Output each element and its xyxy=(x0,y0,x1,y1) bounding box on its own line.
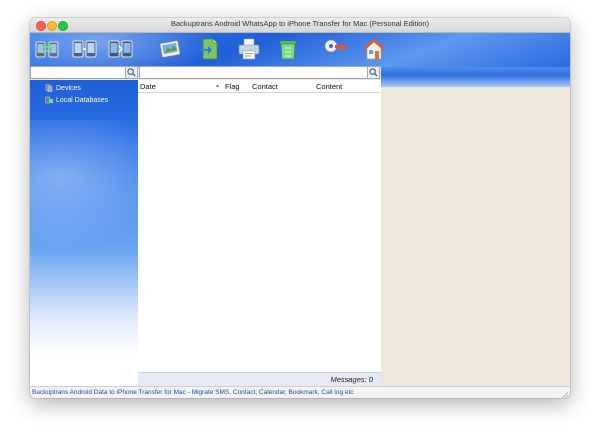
delete-button[interactable] xyxy=(275,36,301,62)
resize-grip-icon[interactable] xyxy=(561,391,568,398)
message-count: Messages: 0 xyxy=(330,375,373,384)
sidebar: Devices Local Databases xyxy=(30,80,138,386)
trash-icon xyxy=(279,40,297,60)
sidebar-item-local-databases[interactable]: Local Databases xyxy=(44,96,109,104)
window-title: Backuptrans Android WhatsApp to iPhone T… xyxy=(170,19,430,28)
search-icon xyxy=(127,68,136,77)
photo-icon xyxy=(159,40,181,58)
transfer-phones-button[interactable] xyxy=(34,36,60,62)
message-count-bar: Messages: 0 xyxy=(138,372,381,387)
message-search-input[interactable] xyxy=(139,66,376,79)
export-button[interactable] xyxy=(196,36,222,62)
database-icon xyxy=(44,96,53,104)
home-button[interactable] xyxy=(361,36,387,62)
restore-phones-button[interactable] xyxy=(108,36,134,62)
message-list-header: Date ▲ Flag Contact Content xyxy=(138,80,381,93)
message-list-body[interactable] xyxy=(138,93,381,370)
message-search-button[interactable] xyxy=(367,66,380,79)
search-icon xyxy=(369,68,378,77)
column-header-contact[interactable]: Contact xyxy=(252,82,278,91)
sidebar-item-label: Local Databases xyxy=(56,96,109,104)
backup-phones-button[interactable] xyxy=(72,36,98,62)
detail-header-band xyxy=(381,67,570,87)
print-icon xyxy=(238,38,260,60)
status-text: Backuptrans Android Data to iPhone Trans… xyxy=(32,389,354,396)
transfer-phones-icon xyxy=(35,41,59,58)
home-icon xyxy=(363,38,385,60)
register-button[interactable] xyxy=(322,36,348,62)
device-icon xyxy=(45,83,53,93)
detail-pane xyxy=(381,87,570,386)
restore-phones-icon xyxy=(108,40,133,58)
toolbar xyxy=(30,33,570,67)
title-bar: Backuptrans Android WhatsApp to iPhone T… xyxy=(30,18,570,33)
sort-ascending-icon: ▲ xyxy=(215,83,220,89)
print-button[interactable] xyxy=(236,36,262,62)
status-bar: Backuptrans Android Data to iPhone Trans… xyxy=(30,386,570,398)
photo-button[interactable] xyxy=(157,36,183,62)
sidebar-item-label: Devices xyxy=(56,84,81,92)
column-header-date[interactable]: Date xyxy=(140,82,156,91)
app-window: Backuptrans Android WhatsApp to iPhone T… xyxy=(30,18,570,398)
message-list: Date ▲ Flag Contact Content Messages: 0 xyxy=(138,80,381,387)
export-document-icon xyxy=(200,38,218,60)
sidebar-search-input[interactable] xyxy=(30,66,138,79)
sidebar-search-button[interactable] xyxy=(125,66,138,79)
sidebar-item-devices[interactable]: Devices xyxy=(45,83,81,93)
column-header-flag[interactable]: Flag xyxy=(225,82,240,91)
key-register-icon xyxy=(324,39,346,53)
column-header-content[interactable]: Content xyxy=(316,82,342,91)
backup-phones-icon xyxy=(72,40,97,58)
